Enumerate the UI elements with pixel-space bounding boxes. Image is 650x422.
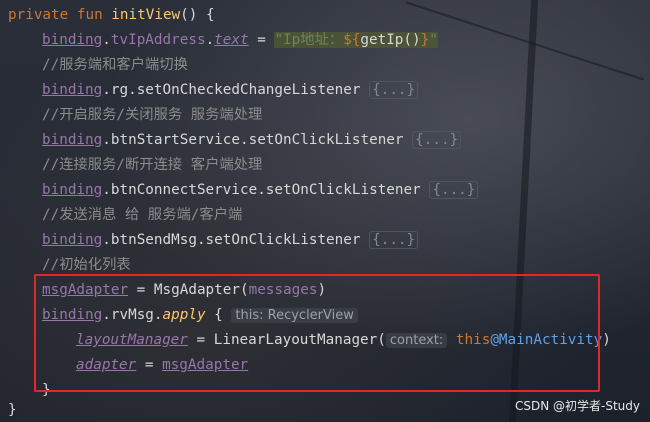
highlight-box (34, 274, 600, 392)
code-line: binding.btnConnectService.setOnClickList… (42, 178, 479, 202)
code-line: binding.rg.setOnCheckedChangeListener {.… (42, 78, 419, 102)
code-comment: //服务端和客户端切换 (42, 57, 188, 73)
code-editor[interactable]: private fun initView() { binding.tvIpAdd… (0, 0, 650, 422)
code-line: binding.btnStartService.setOnClickListen… (42, 128, 462, 152)
background-wire (405, 1, 645, 81)
closing-brace: } (8, 402, 17, 418)
watermark: CSDN @初学者-Study (514, 399, 640, 413)
code-comment: //开启服务/关闭服务 服务端处理 (42, 107, 263, 123)
code-line: private fun initView() { (8, 7, 215, 23)
fold-toggle[interactable]: {...} (412, 131, 462, 149)
code-comment: //连接服务/断开连接 客户端处理 (42, 157, 263, 173)
fold-toggle[interactable]: {...} (369, 81, 419, 99)
fold-toggle[interactable]: {...} (369, 231, 419, 249)
code-line: binding.tvIpAddress.text = "Ip地址：${getIp… (42, 32, 438, 48)
fold-toggle[interactable]: {...} (429, 181, 479, 199)
code-line: binding.btnSendMsg.setOnClickListener {.… (42, 228, 419, 252)
code-comment: //发送消息 给 服务端/客户端 (42, 207, 243, 223)
